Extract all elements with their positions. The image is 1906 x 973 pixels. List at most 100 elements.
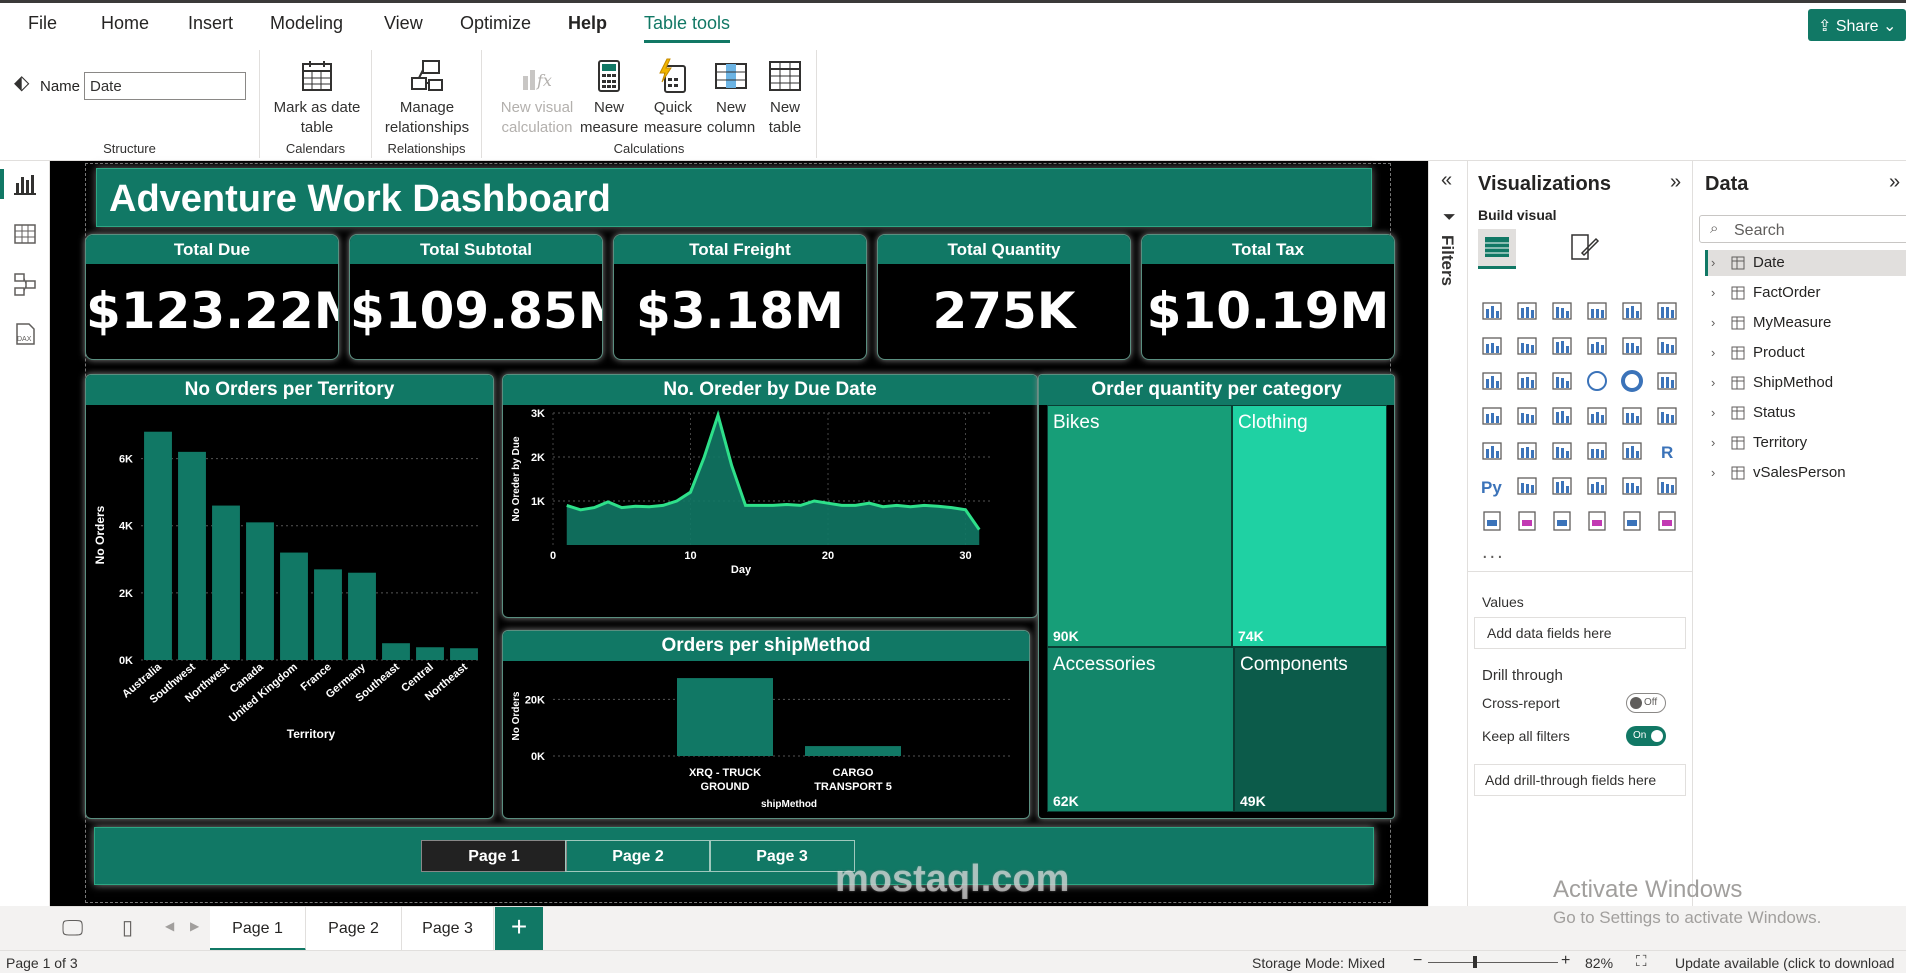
manage-relationships-button[interactable]: Manage relationships [378, 58, 476, 138]
card-icon[interactable] [1655, 404, 1679, 428]
donut-chart-icon[interactable] [1620, 369, 1644, 393]
new-measure-button[interactable]: New measure [580, 58, 638, 138]
values-well[interactable]: Add data fields here [1474, 617, 1686, 649]
smart-narrative-icon[interactable] [1620, 474, 1644, 498]
format-visual-tab[interactable] [1564, 229, 1602, 269]
territory-chart-panel[interactable]: No Orders per Territory 0K 2K 4K 6K Australi… [85, 374, 494, 819]
ship-method-chart-panel[interactable]: Orders per shipMethod 0K 20K XRQ - TRUCK GR… [502, 630, 1030, 819]
key-influencers-icon[interactable] [1515, 474, 1539, 498]
kpi-card-total-freight[interactable]: Total Freight $3.18M [613, 234, 867, 360]
update-available[interactable]: Update available (click to download [1675, 955, 1894, 971]
zoom-level[interactable]: 82% [1585, 955, 1613, 971]
matrix-icon[interactable] [1620, 439, 1644, 463]
waterfall-chart-icon[interactable] [1480, 369, 1504, 393]
data-table-item[interactable]: Status [1753, 404, 1796, 421]
prev-page-icon[interactable]: ◀ [165, 919, 174, 933]
share-button[interactable]: ⇪ Share ⌄ [1808, 9, 1906, 41]
clustered-column-chart-icon[interactable] [1585, 299, 1609, 323]
treemap-cell-components[interactable]: Components 49K [1234, 647, 1387, 812]
100-stacked-bar-chart-icon[interactable] [1620, 299, 1644, 323]
kpi-card-total-due[interactable]: Total Due $123.22M [85, 234, 339, 360]
mobile-layout-icon[interactable]: ▯ [122, 915, 133, 940]
tab-view[interactable]: View [384, 13, 423, 34]
data-table-item[interactable]: FactOrder [1753, 284, 1821, 301]
model-view-icon[interactable] [12, 271, 38, 297]
map-icon[interactable] [1480, 404, 1504, 428]
kpi-card-total-subtotal[interactable]: Total Subtotal $109.85M [349, 234, 603, 360]
stacked-column-chart-icon[interactable] [1515, 299, 1539, 323]
kpi-card-total-quantity[interactable]: Total Quantity 275K [877, 234, 1131, 360]
add-page-button[interactable]: + [495, 907, 543, 951]
100-stacked-column-chart-icon[interactable] [1655, 299, 1679, 323]
page-3-button[interactable]: Page 3 [709, 840, 855, 872]
keep-filters-toggle[interactable]: On [1626, 726, 1666, 746]
next-page-icon[interactable]: ▶ [190, 919, 199, 933]
build-visual-tab[interactable] [1478, 229, 1516, 269]
treemap-cell-accessories[interactable]: Accessories 62K [1047, 647, 1234, 812]
r-visual-icon[interactable]: R [1655, 439, 1679, 463]
zoom-thumb[interactable] [1473, 956, 1477, 968]
scatter-chart-icon[interactable] [1550, 369, 1574, 393]
funnel-chart-icon[interactable] [1515, 369, 1539, 393]
filled-map-icon[interactable] [1515, 404, 1539, 428]
tab-file[interactable]: File [28, 13, 57, 34]
expand-chevron-icon[interactable]: › [1711, 315, 1715, 330]
card-new-icon[interactable] [1515, 509, 1539, 533]
stacked-bar-chart-icon[interactable] [1480, 299, 1504, 323]
power-apps-icon[interactable] [1550, 509, 1574, 533]
tab-modeling[interactable]: Modeling [270, 13, 343, 34]
expand-chevron-icon[interactable]: › [1711, 255, 1715, 270]
data-table-item[interactable]: ShipMethod [1753, 374, 1833, 391]
qna-icon[interactable] [1585, 474, 1609, 498]
kpi-icon[interactable] [1515, 439, 1539, 463]
stacked-area-chart-icon[interactable] [1550, 334, 1574, 358]
power-automate-icon[interactable] [1585, 509, 1609, 533]
expand-chevron-icon[interactable]: › [1711, 375, 1715, 390]
more-visuals-icon[interactable]: ... [1482, 541, 1505, 564]
tab-insert[interactable]: Insert [188, 13, 233, 34]
data-table-item[interactable]: Territory [1753, 434, 1807, 451]
table-icon[interactable] [1585, 439, 1609, 463]
expand-chevron-icon[interactable]: › [1711, 405, 1715, 420]
multi-row-card-icon[interactable] [1480, 439, 1504, 463]
fit-page-icon[interactable]: ⛶ [1636, 953, 1647, 970]
metrics-icon[interactable] [1655, 474, 1679, 498]
paginated-report-icon[interactable] [1480, 509, 1504, 533]
data-table-item[interactable]: vSalesPerson [1753, 464, 1846, 481]
report-view-icon[interactable] [12, 171, 38, 197]
zoom-out-icon[interactable]: − [1413, 952, 1422, 970]
new-visual-calculation-button[interactable]: fx New visual calculation [498, 58, 576, 138]
shape-map-icon[interactable] [1550, 404, 1574, 428]
due-date-chart-panel[interactable]: No. Oreder by Due Date 1K 2K 3K 0 10 20 30 Day N… [502, 374, 1038, 618]
line-stacked-column-icon[interactable] [1585, 334, 1609, 358]
tab-help[interactable]: Help [568, 13, 607, 34]
ribbon-chart-icon[interactable] [1655, 334, 1679, 358]
page-tab-2[interactable]: Page 2 [306, 907, 402, 951]
new-column-button[interactable]: New column [704, 58, 758, 138]
collapse-data-icon[interactable]: » [1889, 171, 1900, 194]
slicer-icon[interactable] [1550, 439, 1574, 463]
expand-chevron-icon[interactable]: › [1711, 435, 1715, 450]
drill-through-well[interactable]: Add drill-through fields here [1474, 764, 1686, 796]
kpi-card-total-tax[interactable]: Total Tax $10.19M [1141, 234, 1395, 360]
collapse-pane-icon[interactable]: » [1670, 171, 1681, 194]
mark-as-date-table-button[interactable]: Mark as date table [272, 58, 362, 138]
decomposition-tree-icon[interactable] [1550, 474, 1574, 498]
page-tab-3[interactable]: Page 3 [402, 907, 494, 951]
area-chart-icon[interactable] [1515, 334, 1539, 358]
category-treemap-panel[interactable]: Order quantity per category Bikes 90K Cl… [1038, 374, 1395, 819]
table-name-input[interactable] [84, 72, 246, 100]
cross-report-toggle[interactable]: Off [1626, 693, 1666, 713]
tab-home[interactable]: Home [101, 13, 149, 34]
treemap-icon[interactable] [1655, 369, 1679, 393]
quick-measure-button[interactable]: Quick measure [642, 58, 704, 138]
data-search-box[interactable]: ⌕ Search [1699, 215, 1906, 243]
page-1-button[interactable]: Page 1 [421, 840, 567, 872]
expand-chevron-icon[interactable]: › [1711, 285, 1715, 300]
treemap-cell-clothing[interactable]: Clothing 74K [1232, 405, 1387, 647]
tab-table-tools[interactable]: Table tools [644, 13, 731, 43]
kpi-trend-icon[interactable] [1620, 509, 1644, 533]
new-table-button[interactable]: New table [760, 58, 810, 138]
table-view-icon[interactable] [12, 221, 38, 247]
data-table-item[interactable]: Product [1753, 344, 1805, 361]
